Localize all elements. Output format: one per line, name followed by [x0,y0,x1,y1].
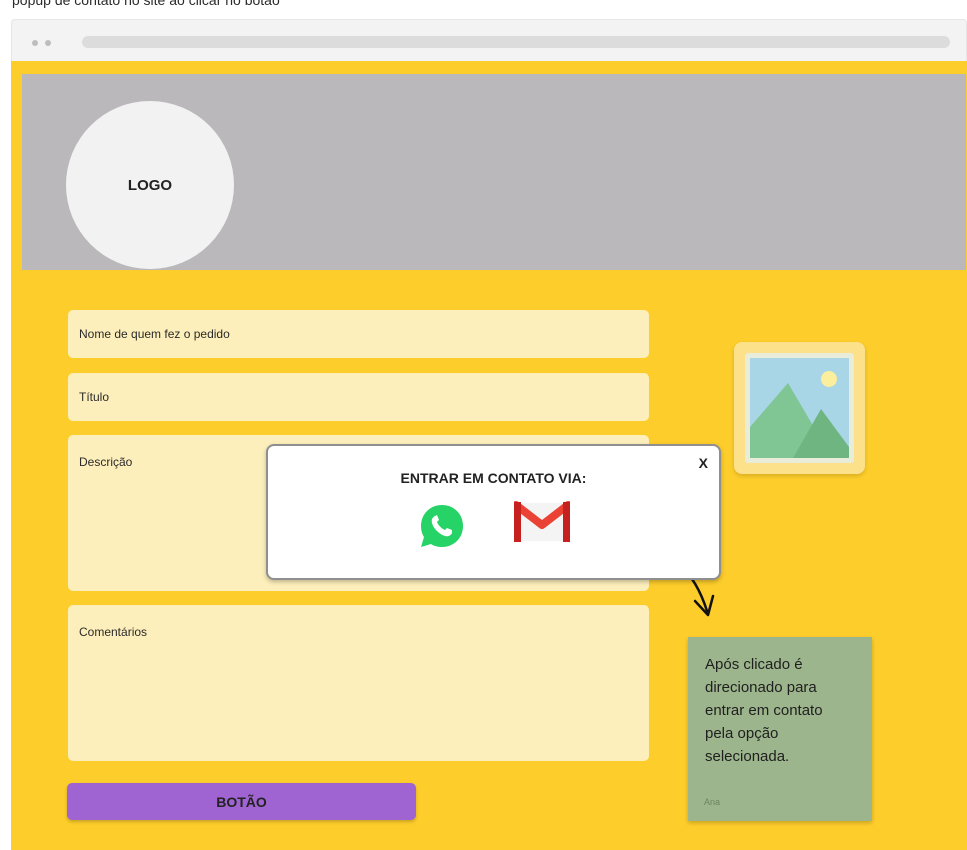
titulo-placeholder: Título [79,390,110,404]
image-icon [745,353,854,463]
top-caption: popup de contato no site ao clicar no bo… [0,0,967,14]
gmail-icon[interactable] [514,499,570,544]
descricao-placeholder: Descrição [79,455,133,469]
nome-field[interactable]: Nome de quem fez o pedido [68,310,649,358]
logo-placeholder: LOGO [66,101,234,269]
window-dot-icon [45,40,51,46]
header-banner: LOGO [22,74,966,270]
comentarios-placeholder: Comentários [79,625,148,639]
close-icon[interactable]: X [699,455,708,471]
sticky-note-text: Após clicado é direcionado para entrar e… [705,656,823,765]
whatsapp-icon[interactable] [417,501,467,551]
modal-title: ENTRAR EM CONTATO VIA: [400,470,587,486]
comentarios-field[interactable]: Comentários [68,605,649,761]
nome-placeholder: Nome de quem fez o pedido [79,327,230,341]
contact-modal: ENTRAR EM CONTATO VIA: X [266,444,721,580]
address-bar[interactable] [82,36,950,48]
logo-label: LOGO [127,176,173,194]
titulo-field[interactable]: Título [68,373,649,421]
sticky-note: Após clicado é direcionado para entrar e… [688,637,872,821]
image-placeholder [734,342,865,474]
window-dot-icon [32,40,38,46]
submit-button[interactable]: BOTÃO [67,783,416,820]
sticky-note-author: Ana [704,797,721,807]
browser-chrome [11,19,967,61]
page-canvas: LOGO Nome de quem fez o pedido Título De… [11,61,967,850]
